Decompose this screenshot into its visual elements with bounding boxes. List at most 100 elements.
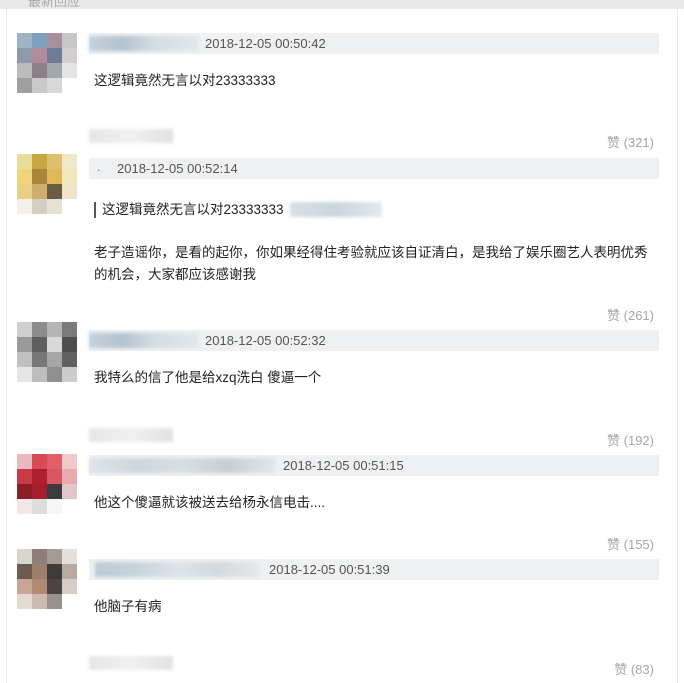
avatar-pixel	[17, 78, 32, 93]
avatar-pixel	[47, 594, 62, 609]
avatar-pixel	[62, 564, 77, 579]
avatar-pixel	[17, 454, 32, 469]
avatar-pixel	[47, 169, 62, 184]
avatar-pixel	[32, 367, 47, 382]
avatar-pixel	[47, 63, 62, 78]
avatar-pixel	[62, 154, 77, 169]
avatar-pixel	[32, 184, 47, 199]
avatar-pixel	[62, 199, 77, 214]
avatar-pixel	[17, 484, 32, 499]
username-blurred[interactable]	[89, 36, 199, 51]
avatar-pixel	[17, 154, 32, 169]
comment-text: 我特么的信了他是给xzq洗白 傻逼一个	[94, 370, 322, 385]
avatar[interactable]	[17, 154, 77, 214]
like-button[interactable]: 赞 (155)	[607, 534, 654, 553]
avatar-pixel	[47, 454, 62, 469]
avatar-pixel	[62, 184, 77, 199]
avatar-pixel	[62, 352, 77, 367]
comment-timestamp: 2018-12-05 00:52:14	[117, 161, 238, 176]
avatar-pixel	[17, 367, 32, 382]
reply-action-blurred[interactable]	[89, 656, 173, 670]
reply-action-blurred[interactable]	[89, 428, 173, 442]
username-blurred[interactable]	[89, 333, 199, 348]
comment-text: 他这个傻逼就该被送去给杨永信电击....	[94, 495, 326, 510]
avatar-pixel	[17, 352, 32, 367]
quoted-username-blurred[interactable]	[290, 202, 382, 217]
avatar-pixel	[32, 154, 47, 169]
avatar-pixel	[62, 322, 77, 337]
comment-text: 这逻辑竟然无言以对23333333	[94, 73, 276, 88]
like-button[interactable]: 赞 (83)	[614, 659, 654, 678]
avatar[interactable]	[17, 549, 77, 609]
comment-timestamp: 2018-12-05 00:51:15	[283, 458, 404, 473]
avatar-pixel	[32, 499, 47, 514]
avatar-pixel	[32, 469, 47, 484]
comment-meta: . 2018-12-05 00:52:14	[89, 158, 659, 179]
avatar-pixel	[32, 33, 47, 48]
reply-action-blurred[interactable]	[89, 129, 173, 143]
avatar-pixel	[17, 184, 32, 199]
avatar-pixel	[17, 337, 32, 352]
avatar-pixel	[32, 579, 47, 594]
username-blurred[interactable]	[89, 458, 275, 473]
avatar-pixel	[62, 78, 77, 93]
avatar[interactable]	[17, 454, 77, 514]
avatar-pixel	[17, 63, 32, 78]
avatar-pixel	[47, 184, 62, 199]
avatar-pixel	[17, 169, 32, 184]
avatar-pixel	[32, 63, 47, 78]
avatar-pixel	[62, 48, 77, 63]
avatar-pixel	[32, 78, 47, 93]
avatar-pixel	[62, 367, 77, 382]
comment-meta: 2018-12-05 00:52:32	[89, 330, 659, 351]
avatar-pixel	[62, 594, 77, 609]
avatar-pixel	[47, 367, 62, 382]
avatar-pixel	[17, 33, 32, 48]
avatar-pixel	[47, 579, 62, 594]
avatar[interactable]	[17, 33, 77, 93]
avatar-pixel	[62, 549, 77, 564]
avatar-pixel	[47, 352, 62, 367]
like-button[interactable]: 赞 (261)	[607, 305, 654, 324]
avatar-pixel	[32, 199, 47, 214]
avatar-pixel	[32, 322, 47, 337]
avatar-pixel	[47, 469, 62, 484]
comment-meta: 2018-12-05 00:51:15	[89, 455, 659, 476]
avatar-pixel	[17, 499, 32, 514]
avatar-pixel	[47, 199, 62, 214]
comment-timestamp: 2018-12-05 00:52:32	[205, 333, 326, 348]
avatar[interactable]	[17, 322, 77, 382]
avatar-pixel	[17, 48, 32, 63]
username-blurred[interactable]: .	[97, 160, 100, 174]
avatar-pixel	[17, 199, 32, 214]
comment-meta: 2018-12-05 00:50:42	[89, 33, 659, 54]
avatar-pixel	[32, 594, 47, 609]
avatar-pixel	[17, 579, 32, 594]
avatar-pixel	[47, 78, 62, 93]
avatar-pixel	[47, 549, 62, 564]
avatar-pixel	[47, 484, 62, 499]
avatar-pixel	[17, 469, 32, 484]
username-blurred[interactable]	[95, 562, 259, 577]
avatar-pixel	[17, 322, 32, 337]
comment-text: 老子造谣你，是看的起你，你如果经得住考验就应该自证清白，是我给了娱乐圈艺人表明优…	[94, 245, 648, 282]
avatar-pixel	[17, 594, 32, 609]
like-button[interactable]: 赞 (321)	[607, 132, 654, 151]
avatar-pixel	[32, 337, 47, 352]
avatar-pixel	[47, 322, 62, 337]
avatar-pixel	[32, 454, 47, 469]
avatar-pixel	[62, 169, 77, 184]
avatar-pixel	[47, 499, 62, 514]
comment-meta: 2018-12-05 00:51:39	[89, 559, 659, 580]
comment-text: 他脑子有病	[94, 599, 162, 614]
quoted-comment: 这逻辑竟然无言以对23333333	[94, 202, 284, 218]
comment-timestamp: 2018-12-05 00:51:39	[269, 562, 390, 577]
avatar-pixel	[32, 564, 47, 579]
like-button[interactable]: 赞 (192)	[607, 430, 654, 449]
avatar-pixel	[62, 33, 77, 48]
avatar-pixel	[47, 33, 62, 48]
avatar-pixel	[32, 352, 47, 367]
avatar-pixel	[17, 549, 32, 564]
avatar-pixel	[47, 48, 62, 63]
comment-timestamp: 2018-12-05 00:50:42	[205, 36, 326, 51]
